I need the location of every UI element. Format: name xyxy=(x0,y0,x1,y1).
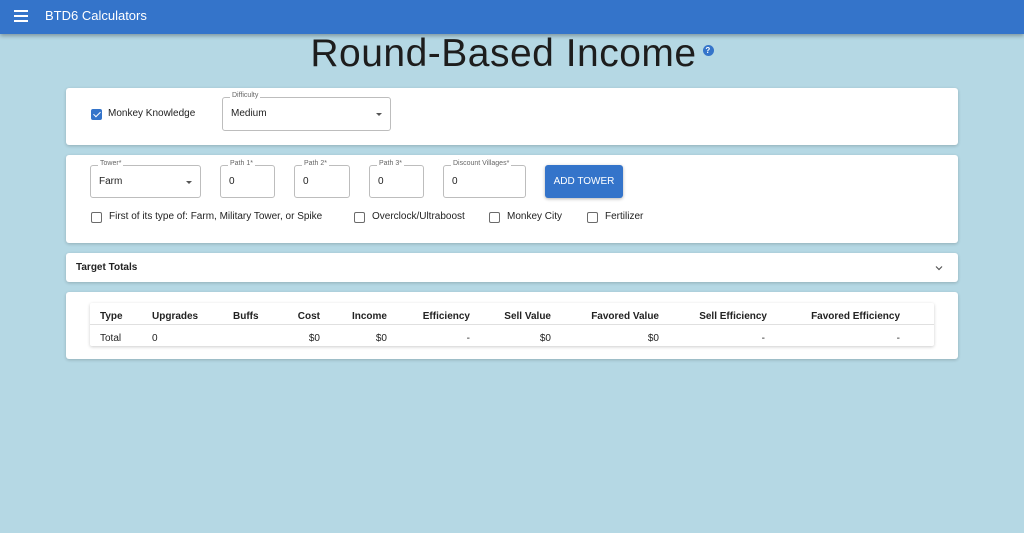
path3-value: 0 xyxy=(378,176,384,187)
fertilizer-checkbox[interactable] xyxy=(587,212,598,223)
menu-icon[interactable] xyxy=(14,10,28,22)
dropdown-caret-icon xyxy=(376,113,382,116)
discount-villages-label: Discount Villages* xyxy=(451,160,512,167)
tower-form-card: Tower* Farm Path 1* 0 Path 2* 0 Path 3* … xyxy=(66,155,958,243)
col-header-favored-efficiency: Favored Efficiency xyxy=(811,311,900,322)
tower-label: Tower* xyxy=(98,160,124,167)
cell-efficiency: - xyxy=(466,333,470,344)
cell-upgrades: 0 xyxy=(152,333,158,344)
cell-income: $0 xyxy=(375,333,387,344)
monkey-knowledge-label: Monkey Knowledge xyxy=(108,108,196,119)
monkey-knowledge-checkbox[interactable] xyxy=(91,109,102,120)
discount-villages-input[interactable]: Discount Villages* 0 xyxy=(443,160,526,198)
discount-villages-value: 0 xyxy=(452,176,458,187)
col-header-efficiency: Efficiency xyxy=(422,311,470,322)
page-title: Round-Based Income? xyxy=(0,32,1024,76)
cell-type: Total xyxy=(100,333,122,344)
difficulty-select[interactable]: Difficulty Medium xyxy=(222,92,391,131)
path1-input[interactable]: Path 1* 0 xyxy=(220,160,275,198)
path2-input[interactable]: Path 2* 0 xyxy=(294,160,350,198)
tower-select[interactable]: Tower* Farm xyxy=(90,160,201,198)
results-table: Type Upgrades Buffs Cost Income Efficien… xyxy=(90,303,934,346)
first-of-type-checkbox[interactable] xyxy=(91,212,102,223)
monkey-city-checkbox[interactable] xyxy=(489,212,500,223)
app-bar: BTD6 Calculators xyxy=(0,0,1024,34)
col-header-type: Type xyxy=(100,311,123,322)
difficulty-label: Difficulty xyxy=(230,92,261,99)
col-header-sell-efficiency: Sell Efficiency xyxy=(699,311,767,322)
dropdown-caret-icon xyxy=(186,181,192,184)
path2-label: Path 2* xyxy=(302,160,329,167)
col-header-upgrades: Upgrades xyxy=(152,311,199,322)
col-header-income: Income xyxy=(351,311,387,322)
overclock-label: Overclock/Ultraboost xyxy=(372,211,465,222)
expand-more-icon[interactable] xyxy=(934,263,944,273)
fertilizer-label: Fertilizer xyxy=(605,211,644,222)
first-of-type-label: First of its type of: Farm, Military Tow… xyxy=(109,211,323,222)
cell-favored-efficiency: - xyxy=(896,333,900,344)
results-card: Type Upgrades Buffs Cost Income Efficien… xyxy=(66,292,958,359)
settings-card: Monkey Knowledge Difficulty Medium xyxy=(66,88,958,145)
path3-input[interactable]: Path 3* 0 xyxy=(369,160,424,198)
difficulty-value: Medium xyxy=(231,108,267,119)
target-totals-accordion[interactable]: Target Totals xyxy=(66,253,958,282)
overclock-checkbox[interactable] xyxy=(354,212,365,223)
page-title-text: Round-Based Income xyxy=(310,32,697,75)
app-title: BTD6 Calculators xyxy=(45,8,147,23)
monkey-city-label: Monkey City xyxy=(507,211,563,222)
col-header-sell-value: Sell Value xyxy=(504,311,551,322)
col-header-favored-value: Favored Value xyxy=(591,311,659,322)
target-totals-title: Target Totals xyxy=(76,262,138,273)
header-divider xyxy=(90,324,934,325)
cell-cost: $0 xyxy=(308,333,320,344)
path3-label: Path 3* xyxy=(377,160,404,167)
col-header-buffs: Buffs xyxy=(233,311,259,322)
col-header-cost: Cost xyxy=(297,311,320,322)
path1-label: Path 1* xyxy=(228,160,255,167)
path1-value: 0 xyxy=(229,176,235,187)
tower-value: Farm xyxy=(99,176,123,187)
cell-sell-value: $0 xyxy=(539,333,551,344)
help-icon[interactable]: ? xyxy=(702,45,714,57)
path2-value: 0 xyxy=(303,176,309,187)
cell-favored-value: $0 xyxy=(647,333,659,344)
cell-sell-efficiency: - xyxy=(761,333,765,344)
add-tower-button[interactable]: ADD TOWER xyxy=(545,165,623,198)
